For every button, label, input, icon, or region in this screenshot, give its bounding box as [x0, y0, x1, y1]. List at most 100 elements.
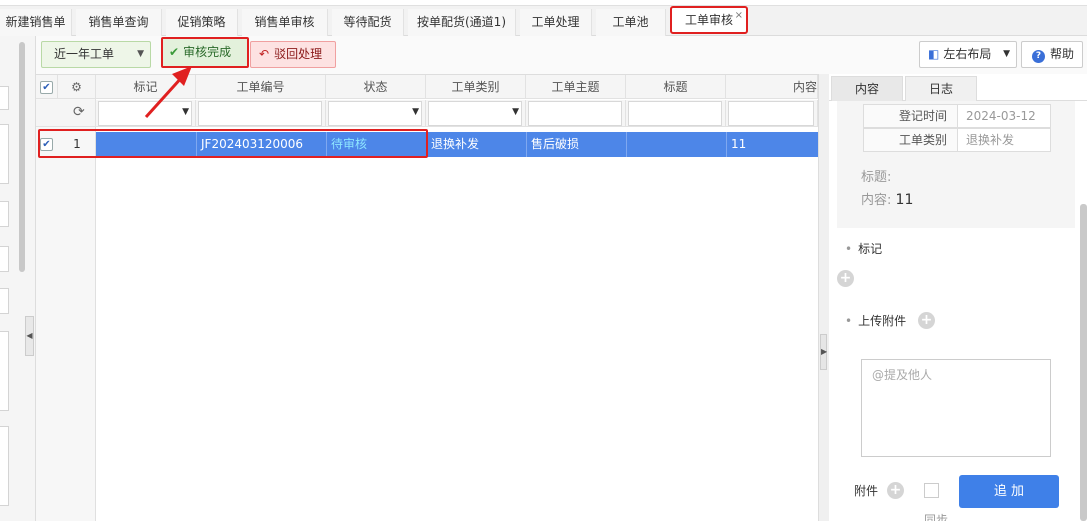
left-field[interactable] — [0, 86, 9, 110]
upload-label: 上传附件 — [858, 314, 907, 328]
reg-time-value: 2024-03-12 — [966, 109, 1036, 123]
category-value: 退换补发 — [966, 133, 1015, 147]
col-header-ticket-no[interactable]: 工单编号 — [196, 75, 326, 99]
title-field: 标题: — [861, 166, 891, 185]
tab-sales-order-review[interactable]: 销售单审核 — [242, 9, 328, 36]
chevron-down-icon: ▼ — [512, 107, 519, 117]
filter-status-select[interactable] — [328, 101, 422, 126]
ticket-grid: ✔ ⚙ 标记 工单编号 状态 工单类别 工单主题 标题 内容 ⟳ ▼ ▼ ▼ ✔ — [36, 74, 818, 521]
gear-icon[interactable]: ⚙ — [71, 80, 82, 94]
tab-ticket-processing[interactable]: 工单处理 — [520, 9, 592, 36]
filter-mark: ▼ — [96, 100, 196, 127]
chevron-down-icon: ▼ — [182, 107, 189, 117]
content-label: 内容: — [861, 193, 892, 208]
help-button[interactable]: ? 帮助 — [1021, 41, 1083, 68]
tab-bar: 新建销售单 销售单查询 促销策略 销售单审核 等待配货 按单配货(通道1) 工单… — [0, 0, 1087, 36]
refresh-icon[interactable]: ⟳ — [73, 104, 85, 120]
reject-label: 驳回处理 — [274, 47, 323, 61]
left-scrollbar[interactable] — [19, 42, 25, 272]
cell-ticket-no: JF202403120006 — [196, 132, 326, 157]
tab-log[interactable]: 日志 — [905, 76, 977, 101]
mark-label: 标记 — [858, 242, 883, 256]
select-all-cell: ✔ — [36, 75, 58, 99]
category-row: 工单类别 退换补发 — [863, 128, 1051, 152]
filter-subject — [526, 100, 626, 127]
upload-section: • 上传附件 — [845, 314, 907, 328]
filter-mark-select[interactable] — [98, 101, 192, 126]
cell-category: 退换补发 — [426, 132, 526, 157]
filter-ticket-no-input[interactable] — [198, 101, 322, 126]
filter-status: ▼ — [326, 100, 426, 127]
add-attachment-icon[interactable]: + — [887, 482, 904, 499]
left-field[interactable] — [0, 201, 9, 227]
info-card: 登记时间 2024-03-12 工单类别 退换补发 标题: 内容: 11 — [837, 101, 1075, 228]
time-range-value: 近一年工单 — [54, 47, 115, 61]
help-label: 帮助 — [1050, 47, 1075, 61]
detail-tabs: 内容 日志 — [829, 74, 1087, 101]
col-header-subject[interactable]: 工单主题 — [526, 75, 626, 99]
left-field[interactable] — [0, 246, 9, 272]
filter-ticket-no — [196, 100, 326, 127]
col-header-content[interactable]: 内容 — [726, 75, 818, 99]
layout-button[interactable]: ◧ 左右布局 ▼ — [919, 41, 1017, 68]
filter-title-input[interactable] — [628, 101, 722, 126]
detail-scrollbar[interactable] — [1080, 204, 1087, 521]
attach-label: 附件 — [854, 484, 879, 498]
chevron-down-icon: ▼ — [412, 107, 419, 117]
cell-title — [626, 132, 726, 157]
reject-button[interactable]: ↶ 驳回处理 — [250, 41, 336, 68]
settings-cell: ⚙ — [58, 75, 96, 99]
toolbar: 近一年工单 ▼ ✔ 审核完成 ↶ 驳回处理 ◧ 左右布局 ▼ ? 帮助 — [36, 36, 1087, 74]
collapse-right-icon[interactable]: ▶ — [820, 334, 827, 370]
tab-sales-order-query[interactable]: 销售单查询 — [76, 9, 162, 36]
chevron-down-icon: ▼ — [1003, 49, 1010, 59]
approve-button[interactable]: ✔ 审核完成 — [161, 37, 249, 68]
close-icon[interactable]: × — [735, 8, 743, 28]
sync-label: 同步 — [924, 513, 949, 521]
question-icon: ? — [1032, 50, 1045, 63]
filter-content — [726, 100, 818, 127]
content-field: 内容: 11 — [861, 189, 913, 208]
tab-waiting-allocation[interactable]: 等待配货 — [332, 9, 404, 36]
tab-ticket-review[interactable]: 工单审核 × — [670, 6, 748, 34]
category-label: 工单类别 — [864, 129, 958, 151]
row-checkbox[interactable]: ✔ — [40, 138, 53, 151]
content-value: 11 — [895, 192, 914, 208]
collapse-left-icon[interactable]: ◀ — [25, 316, 34, 356]
check-icon: ✔ — [169, 45, 180, 59]
sync-checkbox[interactable] — [924, 483, 939, 498]
col-header-mark[interactable]: 标记 — [96, 75, 196, 99]
tab-promotion-strategy[interactable]: 促销策略 — [166, 9, 238, 36]
mention-input[interactable]: @提及他人 — [861, 359, 1051, 457]
col-header-status[interactable]: 状态 — [326, 75, 426, 99]
columns-icon: ◧ — [928, 47, 940, 61]
add-upload-icon[interactable]: + — [918, 312, 935, 329]
left-field[interactable] — [0, 331, 9, 411]
append-button[interactable]: 追 加 — [959, 475, 1059, 508]
tab-order-allocation-channel1[interactable]: 按单配货(通道1) — [408, 9, 516, 36]
detail-panel: 内容 日志 登记时间 2024-03-12 工单类别 退换补发 标题: 内容: … — [829, 74, 1087, 521]
time-range-select[interactable]: 近一年工单 ▼ — [41, 41, 151, 68]
filter-category-select[interactable] — [428, 101, 522, 126]
col-header-category[interactable]: 工单类别 — [426, 75, 526, 99]
col-header-title[interactable]: 标题 — [626, 75, 726, 99]
row-select-cell: ✔ — [36, 132, 58, 157]
tab-ticket-pool[interactable]: 工单池 — [596, 9, 666, 36]
approve-label: 审核完成 — [183, 45, 232, 59]
left-field[interactable] — [0, 288, 9, 314]
filter-content-input[interactable] — [728, 101, 814, 126]
panel-splitter[interactable]: ▶ — [818, 74, 829, 521]
status-badge: 待审核 — [326, 132, 426, 157]
reply-arrow-icon: ↶ — [259, 47, 270, 61]
table-row[interactable]: ✔ 1 JF202403120006 待审核 退换补发 售后破损 11 — [36, 132, 818, 157]
tab-new-sales-order[interactable]: 新建销售单 — [0, 9, 72, 36]
filter-subject-input[interactable] — [528, 101, 622, 126]
tab-content[interactable]: 内容 — [831, 76, 903, 101]
cell-subject: 售后破损 — [526, 132, 626, 157]
left-field[interactable] — [0, 426, 9, 506]
add-mark-icon[interactable]: + — [837, 270, 854, 287]
tab-label: 工单审核 — [684, 13, 733, 27]
left-field[interactable] — [0, 124, 9, 184]
select-all-checkbox[interactable]: ✔ — [40, 81, 53, 94]
filter-category: ▼ — [426, 100, 526, 127]
